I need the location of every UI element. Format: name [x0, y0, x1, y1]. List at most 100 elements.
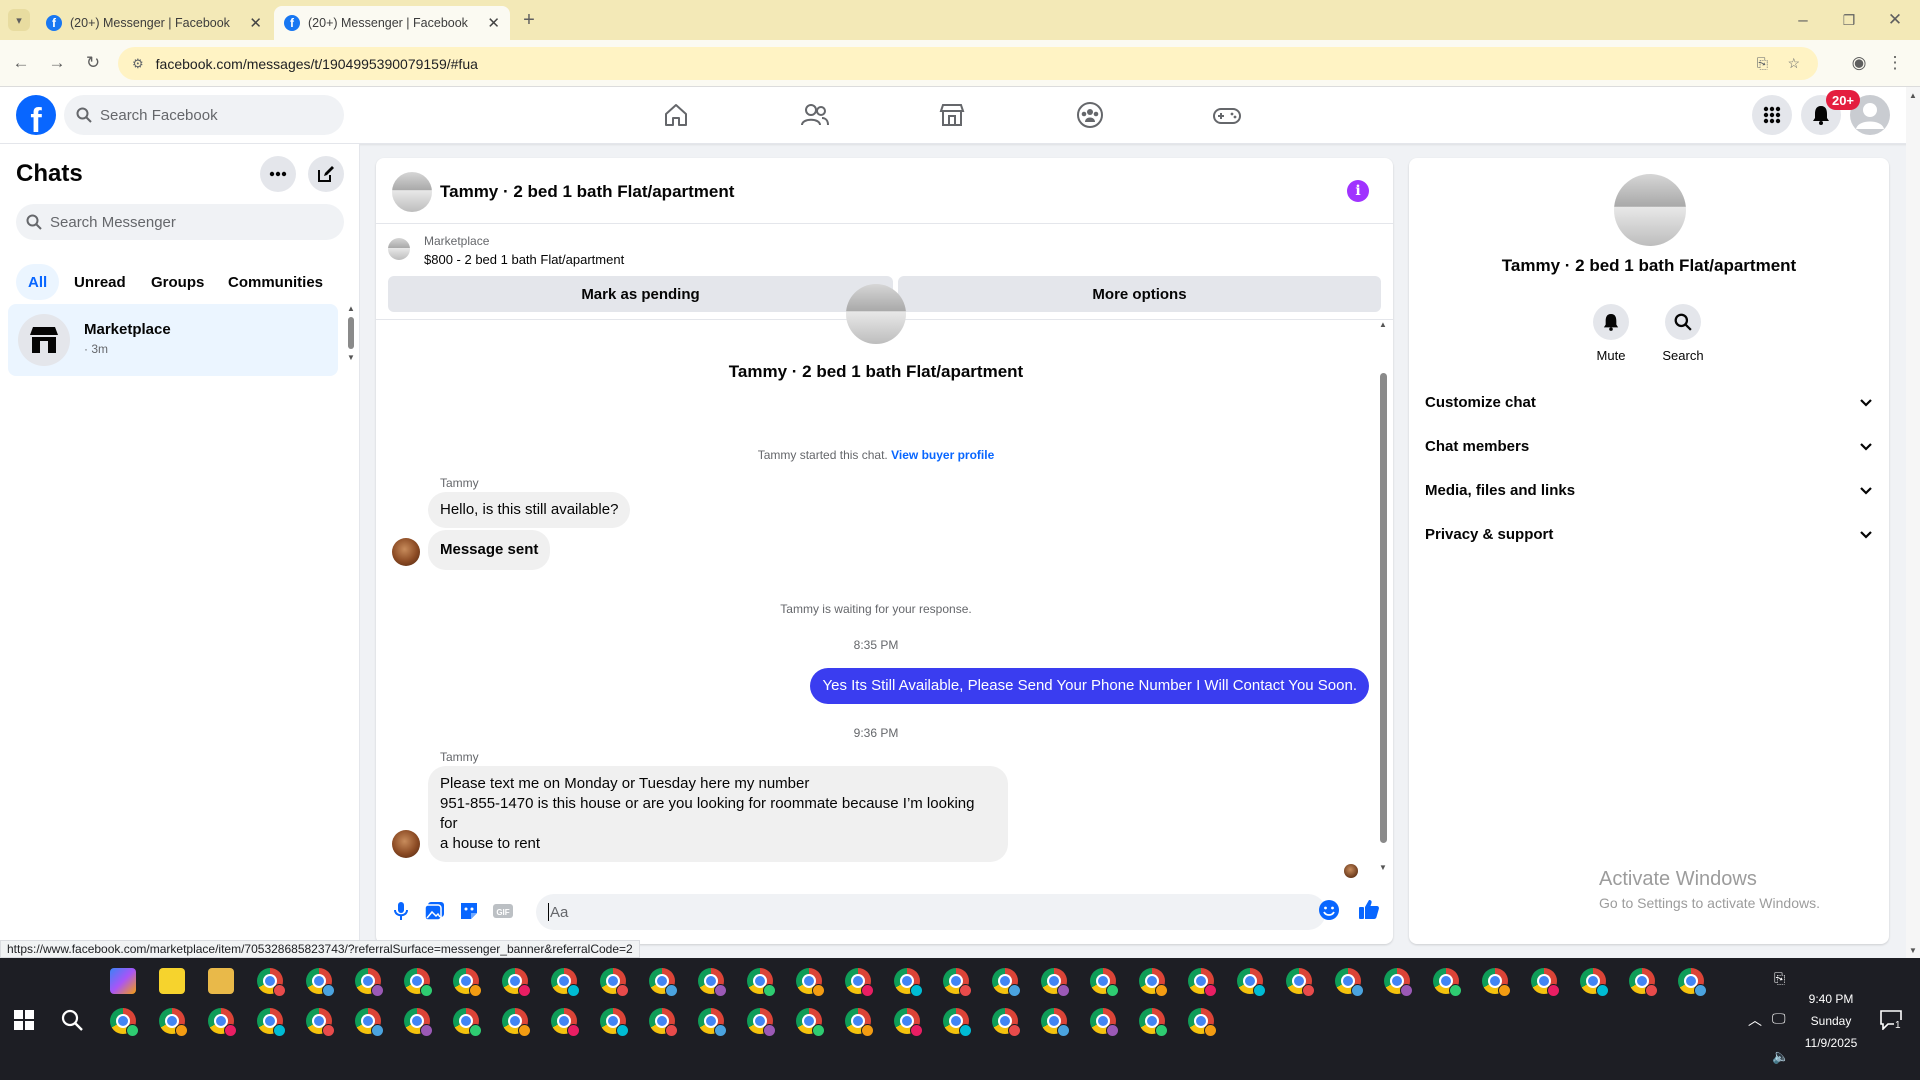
facebook-logo[interactable]: f [16, 95, 56, 135]
taskbar-chrome-profile-icon[interactable] [1188, 1008, 1217, 1037]
profile-icon[interactable]: ◉ [1848, 52, 1870, 74]
taskbar-chrome-profile-icon[interactable] [1629, 968, 1658, 997]
taskbar-chrome-profile-icon[interactable] [306, 1008, 335, 1037]
taskbar-chrome-profile-icon[interactable] [1139, 1008, 1168, 1037]
back-icon[interactable]: ← [10, 52, 32, 74]
page-scrollbar[interactable]: ▲ ▼ [1906, 87, 1920, 958]
browser-tab-1[interactable]: f (20+) Messenger | Facebook ✕ [36, 6, 272, 40]
like-thumbs-up-icon[interactable] [1358, 898, 1380, 920]
taskbar-chrome-profile-icon[interactable] [551, 968, 580, 997]
tab-search-dropdown-icon[interactable]: ▾ [8, 9, 30, 31]
taskbar-chrome-profile-icon[interactable] [355, 1008, 384, 1037]
taskbar-chrome-profile-icon[interactable] [1678, 968, 1707, 997]
browser-tab-2[interactable]: f (20+) Messenger | Facebook ✕ [274, 6, 510, 40]
sidebar-scrollbar[interactable]: ▲ ▼ [346, 304, 356, 374]
more-options-button[interactable]: More options [898, 276, 1381, 312]
marketplace-icon[interactable] [938, 101, 968, 131]
taskbar-chrome-profile-icon[interactable] [502, 968, 531, 997]
info-avatar[interactable] [1614, 174, 1686, 246]
message-bubble-received[interactable]: Message sent [428, 530, 551, 570]
taskbar-chrome-profile-icon[interactable] [845, 1008, 874, 1037]
listing-thumbnail[interactable] [388, 238, 410, 260]
taskbar-chrome-profile-icon[interactable] [600, 968, 629, 997]
taskbar-chrome-profile-icon[interactable] [551, 1008, 580, 1037]
taskbar-chrome-profile-icon[interactable] [698, 968, 727, 997]
chat-members-section[interactable]: Chat members [1425, 424, 1873, 468]
conversation-title[interactable]: Tammy · 2 bed 1 bath Flat/apartment [440, 182, 734, 202]
taskbar-chrome-profile-icon[interactable] [110, 1008, 139, 1037]
action-center-icon[interactable]: 1 [1880, 1010, 1902, 1031]
customize-chat-section[interactable]: Customize chat [1425, 380, 1873, 424]
sender-avatar[interactable] [392, 538, 420, 566]
address-bar[interactable]: ⚙ facebook.com/messages/t/19049953900791… [118, 47, 1818, 80]
voice-clip-icon[interactable] [390, 900, 412, 922]
tablet-mode-icon[interactable]: ⎘ [1774, 970, 1785, 987]
search-in-conversation-button[interactable]: Search [1653, 304, 1713, 363]
site-info-icon[interactable]: ⚙ [132, 56, 144, 72]
windows-start-icon[interactable] [14, 1010, 34, 1030]
emoji-icon[interactable] [1318, 899, 1340, 921]
taskbar-chrome-profile-icon[interactable] [747, 1008, 776, 1037]
taskbar-copilot-icon[interactable] [110, 968, 136, 994]
message-input[interactable]: Aa [536, 894, 1326, 930]
taskbar-chrome-profile-icon[interactable] [992, 1008, 1021, 1037]
taskbar-chrome-profile-icon[interactable] [796, 968, 825, 997]
taskbar-chrome-profile-icon[interactable] [649, 968, 678, 997]
taskbar-chrome-profile-icon[interactable] [1531, 968, 1560, 997]
home-icon[interactable] [662, 101, 692, 131]
taskbar-chrome-profile-icon[interactable] [796, 1008, 825, 1037]
menu-grid-icon[interactable] [1752, 95, 1792, 135]
taskbar-chrome-profile-icon[interactable] [943, 968, 972, 997]
taskbar-explorer-icon[interactable] [208, 968, 234, 994]
taskbar-chrome-profile-icon[interactable] [257, 1008, 286, 1037]
conversation-avatar[interactable] [392, 172, 432, 212]
browser-menu-icon[interactable]: ⋮ [1884, 52, 1906, 74]
attach-photo-icon[interactable] [424, 900, 446, 922]
tray-overflow-chevron-icon[interactable]: ︿ [1748, 1010, 1762, 1030]
mute-button[interactable]: Mute [1581, 304, 1641, 363]
close-tab-icon[interactable]: ✕ [487, 14, 500, 32]
message-bubble-received[interactable]: Please text me on Monday or Tuesday here… [428, 766, 1008, 862]
taskbar-chrome-profile-icon[interactable] [159, 1008, 188, 1037]
taskbar-chrome-profile-icon[interactable] [1237, 968, 1266, 997]
taskbar-chrome-profile-icon[interactable] [1090, 968, 1119, 997]
message-bubble-received[interactable]: Hello, is this still available? [428, 492, 631, 528]
taskbar-chrome-profile-icon[interactable] [257, 968, 286, 997]
listing-title-link[interactable]: $800 - 2 bed 1 bath Flat/apartment [424, 252, 624, 267]
filter-all[interactable]: All [16, 264, 60, 300]
taskbar-chrome-profile-icon[interactable] [355, 968, 384, 997]
taskbar-chrome-profile-icon[interactable] [1482, 968, 1511, 997]
taskbar-clock[interactable]: 9:40 PM Sunday 11/9/2025 [1783, 988, 1879, 1054]
taskbar-search-icon[interactable] [60, 1008, 84, 1032]
new-message-icon[interactable] [308, 156, 344, 192]
taskbar-chrome-profile-icon[interactable] [1580, 968, 1609, 997]
filter-unread[interactable]: Unread [62, 264, 138, 300]
taskbar-chrome-profile-icon[interactable] [943, 1008, 972, 1037]
taskbar-chrome-profile-icon[interactable] [894, 1008, 923, 1037]
taskbar-chrome-profile-icon[interactable] [1433, 968, 1462, 997]
messenger-search-input[interactable]: Search Messenger [16, 204, 344, 240]
taskbar-chrome-profile-icon[interactable] [404, 968, 433, 997]
facebook-search-input[interactable]: Search Facebook [64, 95, 344, 135]
sender-avatar[interactable] [392, 830, 420, 858]
close-tab-icon[interactable]: ✕ [249, 14, 262, 32]
taskbar-chrome-profile-icon[interactable] [453, 968, 482, 997]
taskbar-chrome-profile-icon[interactable] [502, 1008, 531, 1037]
taskbar-chrome-profile-icon[interactable] [453, 1008, 482, 1037]
taskbar-chrome-profile-icon[interactable] [1139, 968, 1168, 997]
chat-options-icon[interactable] [260, 156, 296, 192]
taskbar-chrome-profile-icon[interactable] [208, 1008, 237, 1037]
forward-icon[interactable]: → [46, 52, 68, 74]
mark-as-pending-button[interactable]: Mark as pending [388, 276, 893, 312]
taskbar-chrome-profile-icon[interactable] [404, 1008, 433, 1037]
filter-communities[interactable]: Communities [216, 264, 335, 300]
restore-window-icon[interactable]: ❐ [1838, 9, 1860, 31]
taskbar-chrome-profile-icon[interactable] [1041, 968, 1070, 997]
new-tab-icon[interactable]: + [518, 9, 540, 31]
taskbar-chrome-profile-icon[interactable] [698, 1008, 727, 1037]
taskbar-chrome-profile-icon[interactable] [1090, 1008, 1119, 1037]
taskbar-chrome-profile-icon[interactable] [1041, 1008, 1070, 1037]
taskbar-chrome-profile-icon[interactable] [992, 968, 1021, 997]
reload-icon[interactable]: ↻ [82, 52, 104, 74]
filter-groups[interactable]: Groups [139, 264, 216, 300]
